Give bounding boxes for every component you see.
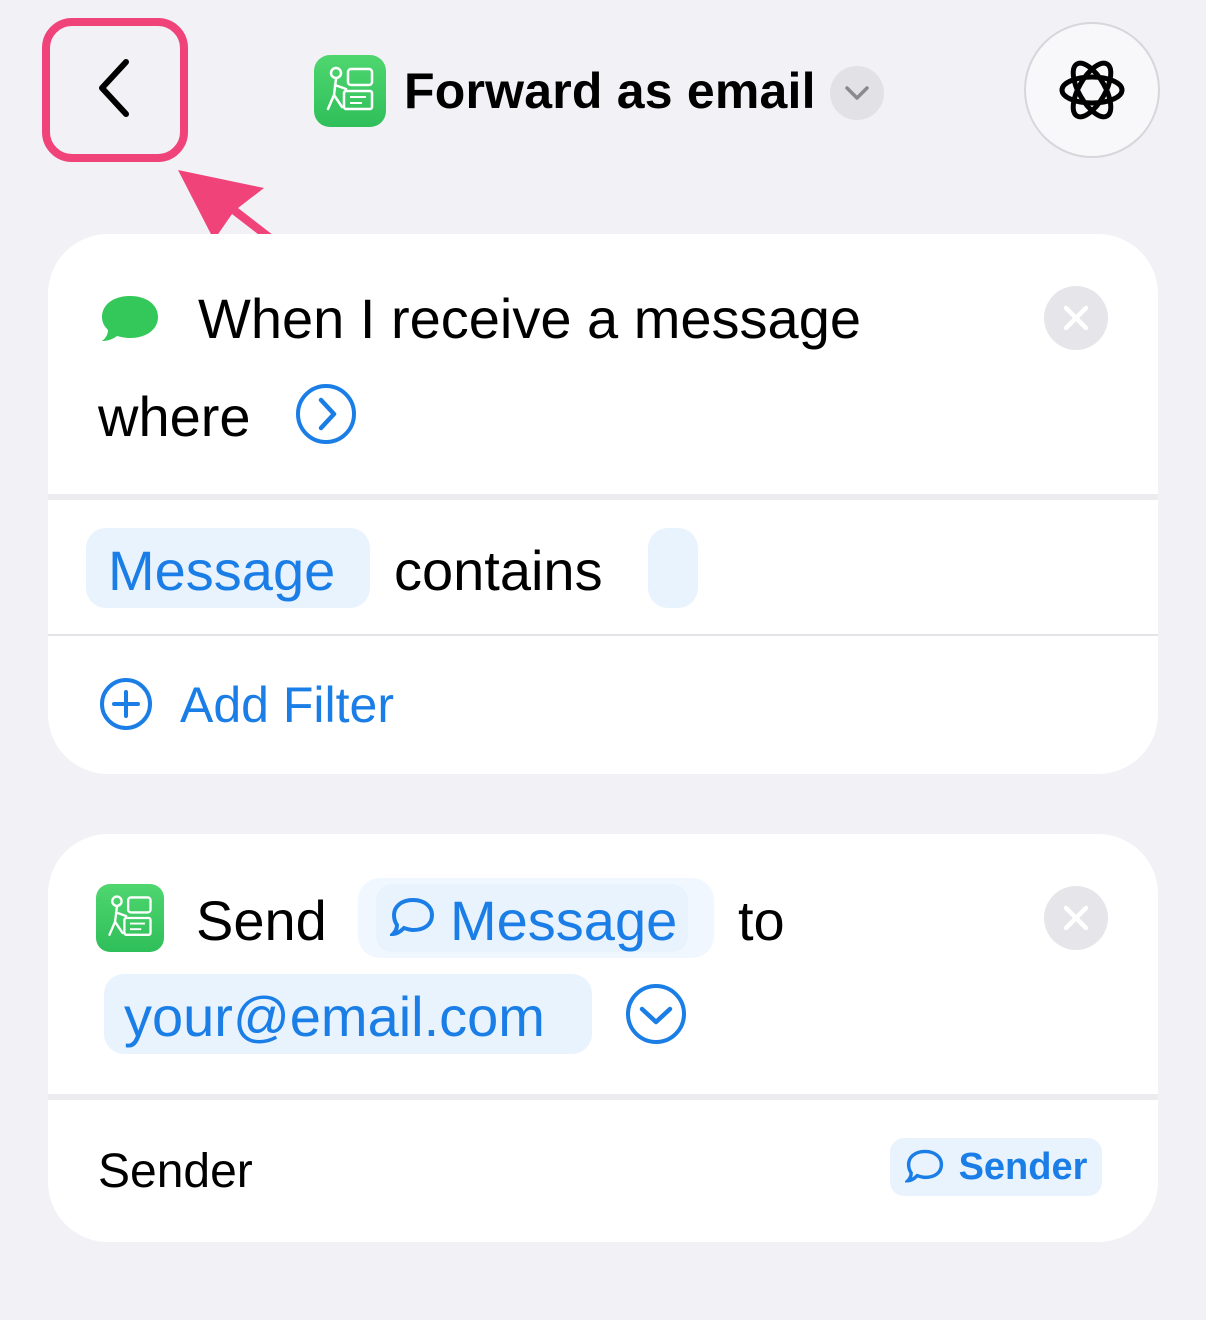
chevron-down-icon[interactable]: [830, 66, 884, 120]
sender-token[interactable]: Sender: [890, 1138, 1102, 1196]
message-bubble-icon: [102, 296, 158, 341]
chevron-right-circle-icon[interactable]: [294, 382, 358, 446]
filter-value-token[interactable]: [648, 528, 698, 608]
message-token-wrapper[interactable]: Message: [358, 878, 714, 958]
sender-token-label: Sender: [958, 1145, 1088, 1188]
sms-forward-app-icon: [96, 884, 164, 952]
remove-trigger-button[interactable]: [1044, 286, 1108, 350]
apple-intelligence-icon: [1059, 60, 1125, 120]
trigger-card: When I receive a message where Message c…: [48, 234, 1158, 774]
remove-action-button[interactable]: [1044, 886, 1108, 950]
message-bubble-icon: [390, 897, 435, 937]
divider: [48, 1094, 1158, 1100]
message-bubble-icon: [904, 1149, 943, 1183]
sms-forward-app-icon: [314, 55, 386, 127]
plus-circle-icon[interactable]: [98, 676, 154, 732]
shortcut-title[interactable]: Forward as email: [404, 62, 816, 120]
divider: [48, 634, 1158, 636]
trigger-title: When I receive a message: [198, 287, 861, 350]
where-label: where: [98, 385, 251, 448]
recipient-email: your@email.com: [124, 985, 545, 1048]
message-token-label: Message: [450, 889, 678, 952]
add-filter-button[interactable]: Add Filter: [180, 676, 394, 734]
close-icon: [1063, 905, 1089, 931]
apple-intelligence-button[interactable]: [1024, 22, 1160, 158]
close-icon: [1063, 305, 1089, 331]
divider: [48, 494, 1158, 500]
action-card: Send Message to your@email.com Sender Se…: [48, 834, 1158, 1242]
highlight-annotation: [42, 18, 188, 162]
filter-field-label: Message: [108, 539, 336, 602]
send-verb: Send: [196, 889, 327, 952]
to-label: to: [738, 889, 785, 952]
filter-operator[interactable]: contains: [394, 538, 603, 603]
sender-param-label: Sender: [98, 1145, 253, 1198]
chevron-down-circle-icon[interactable]: [624, 982, 688, 1046]
